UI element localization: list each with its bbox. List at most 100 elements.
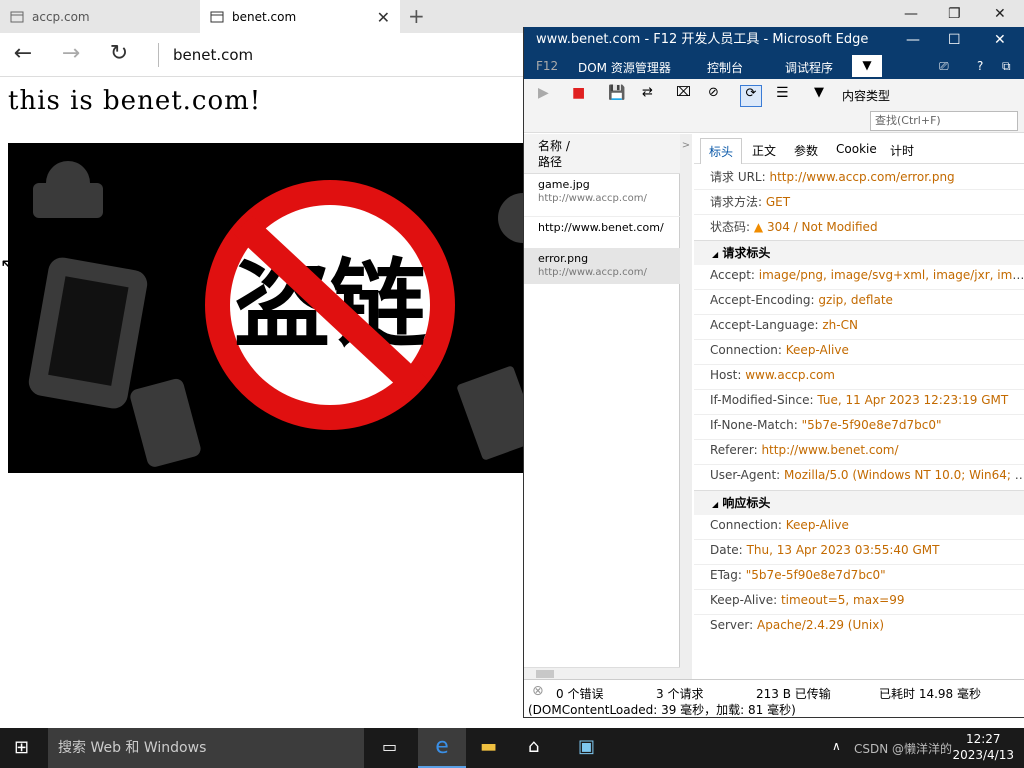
tray-watermark: CSDN @懒洋洋的 — [854, 742, 953, 756]
restore-icon[interactable]: ❐ — [948, 6, 961, 22]
header-row: Date: Thu, 13 Apr 2023 03:55:40 GMT — [710, 543, 940, 557]
dock-icon[interactable]: ⧉ — [1002, 59, 1011, 74]
clock[interactable]: 12:27 2023/4/13 — [952, 731, 1014, 763]
minimize-icon[interactable]: — — [904, 6, 918, 22]
stop-icon[interactable]: ■ — [572, 85, 594, 107]
import-icon[interactable]: ⇄ — [642, 85, 664, 107]
header-row: ETag: "5b7e-5f90e8e7d7bc0" — [710, 568, 886, 582]
tab-cookie[interactable]: Cookie — [836, 142, 877, 156]
request-path: http://www.accp.com/ — [538, 267, 647, 278]
header-row: Connection: Keep-Alive — [710, 343, 849, 357]
detail-tabs: 标头 正文 参数 Cookie 计时 — [694, 134, 1024, 164]
address-bar[interactable]: benet.com — [158, 43, 253, 67]
header-row: If-None-Match: "5b7e-5f90e8e7d7bc0" — [710, 418, 942, 432]
page-heading: this is benet.com! — [8, 86, 262, 116]
tab-accp[interactable]: accp.com — [0, 0, 200, 33]
request-headers-section[interactable]: ◢ 请求标头 — [694, 240, 1024, 265]
tab-debugger[interactable]: 调试程序 — [785, 59, 833, 76]
find-input[interactable]: 查找(Ctrl+F) — [870, 111, 1018, 131]
load-timing: (DOMContentLoaded: 39 毫秒，加载: 81 毫秒) — [528, 703, 796, 717]
devtools-window: www.benet.com - F12 开发人员工具 - Microsoft E… — [523, 27, 1024, 718]
tab-params[interactable]: 参数 — [794, 142, 818, 159]
general-row: 请求方法: GET — [710, 195, 791, 209]
filter-icon[interactable]: ▼ — [814, 85, 836, 107]
back-icon[interactable]: ← — [8, 41, 38, 69]
request-row[interactable]: game.jpg http://www.accp.com/ — [524, 178, 680, 206]
header-row: User-Agent: Mozilla/5.0 (Windows NT 10.0… — [710, 468, 1024, 482]
request-row[interactable]: http://www.benet.com/ — [524, 216, 680, 246]
windows-start-icon[interactable]: ⊞ — [14, 737, 29, 758]
tab-label: accp.com — [32, 9, 90, 24]
response-headers-section[interactable]: ◢ 响应标头 — [694, 490, 1024, 515]
minimize-icon[interactable]: — — [906, 27, 920, 53]
collapse-icon: ◢ — [712, 250, 719, 259]
clear-cache-icon[interactable]: ⊘ — [708, 85, 730, 107]
always-refresh-icon[interactable]: ⟳ — [740, 85, 762, 107]
store-icon[interactable]: ⌂ — [528, 736, 539, 757]
warning-icon: ▲ — [753, 220, 764, 234]
header-row: Keep-Alive: timeout=5, max=99 — [710, 593, 905, 607]
hotlink-image: 盗链 — [8, 143, 524, 473]
status-bar: ⊗ 0 个错误 3 个请求 213 B 已传输 已耗时 14.98 毫秒 (DO… — [524, 679, 1024, 717]
save-icon[interactable]: 💾 — [608, 85, 630, 107]
search-box[interactable]: 搜索 Web 和 Windows — [48, 728, 364, 768]
devtools-title: www.benet.com - F12 开发人员工具 - Microsoft E… — [536, 32, 869, 47]
content-type-filter[interactable]: 内容类型 — [842, 87, 890, 104]
splitter[interactable]: > — [680, 134, 692, 690]
tab-benet[interactable]: benet.com ✕ — [200, 0, 400, 33]
tab-dom-explorer[interactable]: DOM 资源管理器 — [578, 59, 671, 76]
tab-body[interactable]: 正文 — [752, 142, 776, 159]
file-explorer-icon[interactable]: ▬ — [480, 736, 497, 757]
scroll-thumb[interactable] — [536, 670, 554, 678]
page-icon — [210, 11, 224, 22]
error-icon: ⊗ — [532, 683, 544, 699]
task-view-icon[interactable]: ▭ — [382, 737, 397, 756]
server-manager-icon[interactable]: ▣ — [578, 736, 595, 757]
help-icon[interactable]: ? — [977, 59, 983, 73]
play-icon[interactable]: ▶ — [538, 85, 560, 107]
no-hotlink-graphic: 盗链 — [28, 161, 524, 467]
collapse-icon: ◢ — [712, 500, 719, 509]
transferred-size: 213 B 已传输 — [756, 687, 831, 701]
request-name: http://www.benet.com/ — [538, 221, 664, 234]
close-window-icon[interactable]: ✕ — [994, 6, 1006, 22]
page-icon — [10, 11, 24, 22]
tab-f12[interactable]: F12 — [536, 59, 558, 73]
tab-console[interactable]: 控制台 — [707, 59, 743, 76]
error-count: 0 个错误 — [556, 687, 604, 701]
list-header-name: 名称 / — [538, 139, 570, 153]
mouse-cursor-icon: ↖ — [0, 255, 16, 276]
console-icon[interactable]: ⎚ — [939, 59, 949, 74]
new-tab-icon[interactable]: + — [408, 4, 425, 28]
taskbar: ⊞ 搜索 Web 和 Windows ▭ e ▬ ⌂ ▣ ∧ CSDN @懒洋洋… — [0, 728, 1024, 768]
horizontal-scrollbar[interactable] — [524, 667, 680, 679]
forward-icon[interactable]: → — [56, 41, 86, 69]
maximize-icon[interactable]: ☐ — [948, 27, 961, 53]
close-tab-icon[interactable]: ✕ — [377, 8, 390, 27]
close-window-icon[interactable]: ✕ — [994, 27, 1006, 53]
clock-date: 2023/4/13 — [952, 748, 1014, 762]
general-row: 请求 URL: http://www.accp.com/error.png — [710, 170, 955, 184]
request-list: 名称 / 路径 game.jpg http://www.accp.com/ ht… — [524, 134, 680, 690]
request-path: http://www.accp.com/ — [538, 193, 647, 204]
tab-timing[interactable]: 计时 — [890, 142, 914, 159]
tab-headers[interactable]: 标头 — [700, 138, 743, 164]
refresh-icon[interactable]: ↻ — [104, 41, 134, 69]
clear-icon[interactable]: ⌧ — [676, 85, 698, 107]
list-header-path: 路径 — [538, 155, 563, 169]
devtools-titlebar: www.benet.com - F12 开发人员工具 - Microsoft E… — [524, 27, 1024, 53]
request-name: error.png — [538, 252, 589, 265]
tray-chevron-icon[interactable]: ∧ — [832, 739, 841, 753]
header-row: Host: www.accp.com — [710, 368, 835, 382]
more-tools-icon[interactable]: ▼ — [852, 55, 882, 77]
edge-icon[interactable]: e — [418, 728, 466, 768]
list-header[interactable]: 名称 / 路径 — [524, 134, 680, 174]
general-row: 状态码: ▲ 304 / Not Modified — [710, 220, 878, 234]
header-row: Connection: Keep-Alive — [710, 518, 849, 532]
header-row: Server: Apache/2.4.29 (Unix) — [710, 618, 884, 632]
request-detail: 标头 正文 参数 Cookie 计时 请求 URL: http://www.ac… — [694, 134, 1024, 690]
request-count: 3 个请求 — [656, 687, 704, 701]
clear-entries-icon[interactable]: ☰ — [776, 85, 798, 107]
header-row: Accept-Language: zh-CN — [710, 318, 858, 332]
request-row-selected[interactable]: error.png http://www.accp.com/ — [524, 248, 680, 284]
